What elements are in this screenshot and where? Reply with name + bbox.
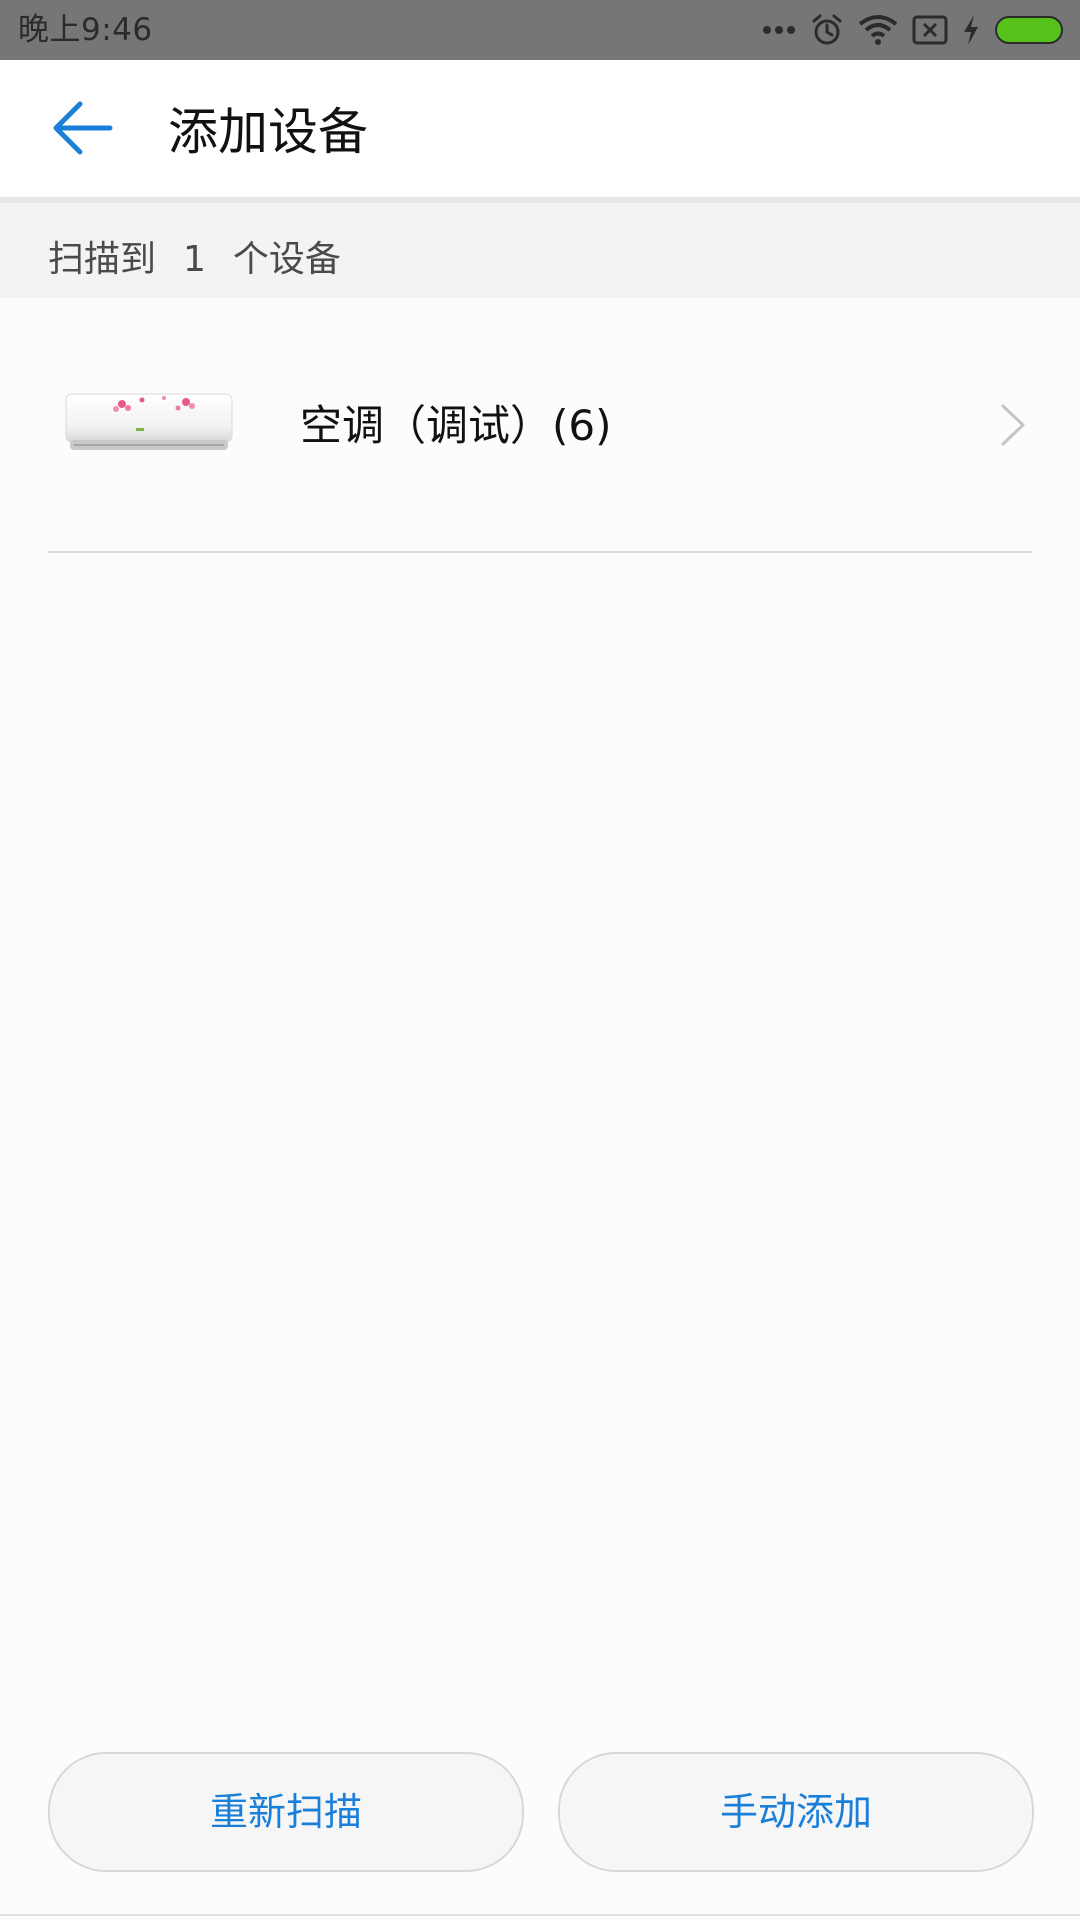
air-conditioner-image <box>65 393 233 450</box>
rescan-button[interactable]: 重新扫描 <box>48 1752 524 1872</box>
arrow-left-icon <box>53 101 113 155</box>
alarm-icon <box>810 13 844 47</box>
scan-prefix: 扫描到 <box>48 239 157 280</box>
chevron-right-icon <box>1001 404 1025 446</box>
device-name: 空调（调试）(6) <box>300 401 612 450</box>
battery-icon <box>994 15 1066 45</box>
page-title: 添加设备 <box>168 103 368 161</box>
status-time: 晚上9:46 <box>18 12 153 48</box>
wifi-icon <box>858 14 898 46</box>
list-divider <box>48 551 1032 553</box>
back-button[interactable] <box>46 98 118 158</box>
manual-add-button[interactable]: 手动添加 <box>558 1752 1034 1872</box>
status-bar: 晚上9:46 <box>0 0 1080 60</box>
bottom-divider <box>0 1914 1080 1916</box>
scan-suffix: 个设备 <box>232 239 341 280</box>
device-list-item[interactable]: 空调（调试）(6) <box>0 298 1080 551</box>
bottom-action-bar: 重新扫描 手动添加 <box>0 1752 1080 1872</box>
app-bar: 添加设备 <box>0 60 1080 203</box>
sim-x-icon <box>912 15 948 45</box>
more-dots-icon <box>762 25 796 35</box>
charging-bolt-icon <box>962 14 980 46</box>
scan-result-header: 扫描到 1 个设备 <box>0 203 1080 298</box>
scan-result-text: 扫描到 1 个设备 <box>48 238 341 282</box>
status-icons <box>762 10 1066 50</box>
scan-count: 1 <box>183 239 206 280</box>
